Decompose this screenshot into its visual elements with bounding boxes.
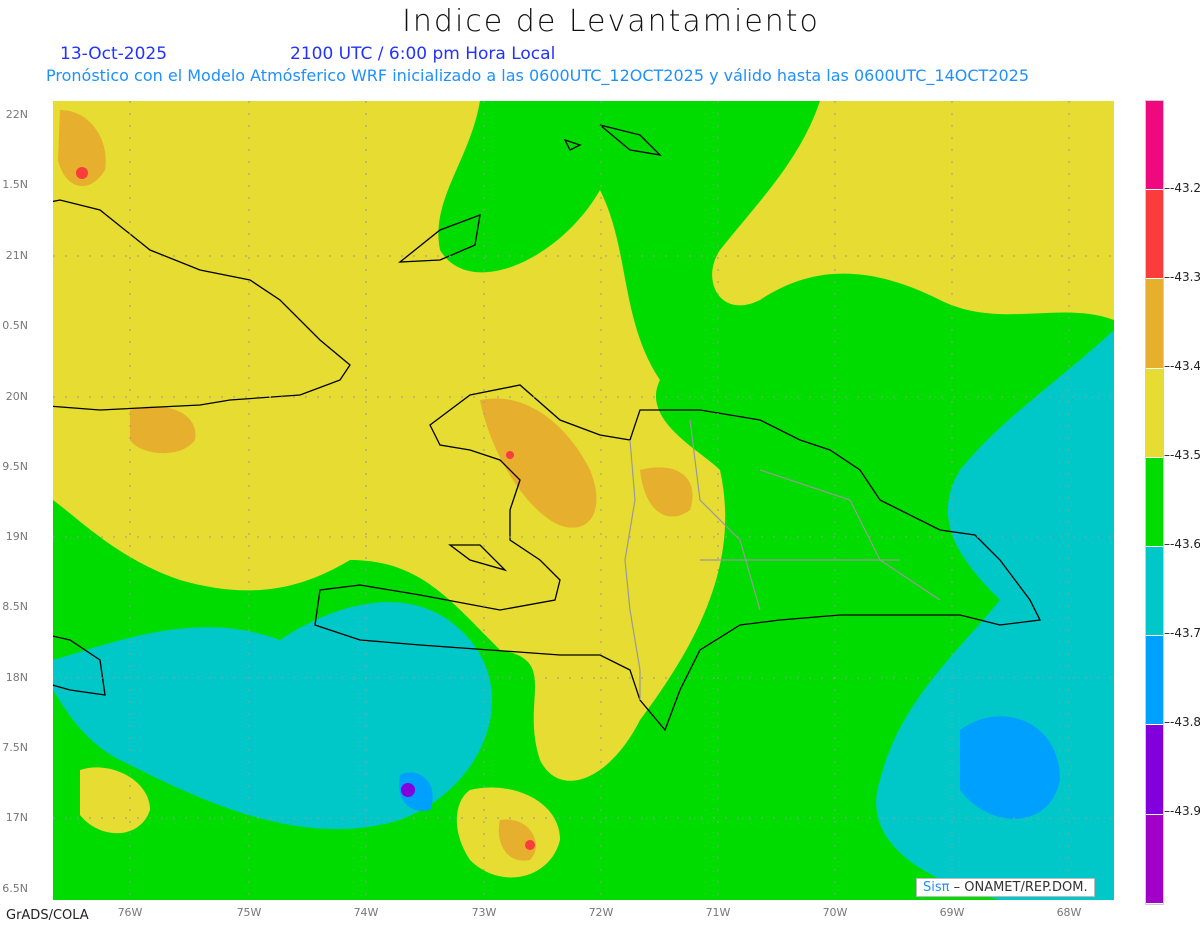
lat-label: 7.5N bbox=[2, 741, 28, 754]
colorbar-label: –-43.3 bbox=[1164, 270, 1200, 284]
credit-box: Sisπ – ONAMET/REP.DOM. bbox=[916, 878, 1095, 897]
lon-label: 72W bbox=[588, 906, 614, 919]
lat-label: 8.5N bbox=[2, 600, 28, 613]
lon-label: 69W bbox=[939, 906, 965, 919]
credit-brand: Sisπ bbox=[923, 880, 950, 895]
lat-label: 9.5N bbox=[2, 460, 28, 473]
lat-label: 20N bbox=[5, 390, 28, 403]
lifted-index-map bbox=[53, 101, 1114, 900]
colorbar-segment bbox=[1146, 279, 1163, 369]
lat-label: 0.5N bbox=[2, 319, 28, 332]
lon-label: 75W bbox=[236, 906, 262, 919]
colorbar-segment bbox=[1146, 190, 1163, 280]
colorbar-label: –-43.2 bbox=[1164, 181, 1200, 195]
lat-label: 1.5N bbox=[2, 178, 28, 191]
colorbar-label: –-43.4 bbox=[1164, 359, 1200, 373]
forecast-time: 2100 UTC / 6:00 pm Hora Local bbox=[290, 44, 556, 64]
colorbar-label: –-43.8 bbox=[1164, 715, 1200, 729]
lon-label: 71W bbox=[705, 906, 731, 919]
colorbar-label: –-43.6 bbox=[1164, 537, 1200, 551]
lon-label: 76W bbox=[117, 906, 143, 919]
lat-label: 6.5N bbox=[2, 882, 28, 895]
credit-org: – ONAMET/REP.DOM. bbox=[949, 880, 1088, 895]
colorbar-segment bbox=[1146, 368, 1163, 458]
lon-label: 68W bbox=[1056, 906, 1082, 919]
lat-label: 22N bbox=[5, 108, 28, 121]
grads-footer: GrADS/COLA bbox=[6, 908, 89, 923]
forecast-date: 13-Oct-2025 bbox=[60, 44, 168, 64]
map-title: Indice de Levantamiento bbox=[402, 4, 820, 39]
lat-label: 19N bbox=[5, 530, 28, 543]
lat-label: 21N bbox=[5, 249, 28, 262]
lat-label: 18N bbox=[5, 671, 28, 684]
model-subtitle: Pronóstico con el Modelo Atmósferico WRF… bbox=[46, 66, 1030, 85]
lat-label: 17N bbox=[5, 811, 28, 824]
colorbar bbox=[1145, 100, 1164, 905]
colorbar-segment bbox=[1146, 546, 1163, 637]
lon-label: 74W bbox=[353, 906, 379, 919]
colorbar-segment bbox=[1146, 636, 1163, 726]
colorbar-label: –-43.7 bbox=[1164, 626, 1200, 640]
colorbar-segment bbox=[1146, 725, 1163, 815]
colorbar-label: –-43.5 bbox=[1164, 448, 1200, 462]
colorbar-label: –-43.9 bbox=[1164, 804, 1200, 818]
colorbar-segment bbox=[1146, 101, 1163, 191]
colorbar-segment bbox=[1146, 814, 1163, 904]
lon-label: 73W bbox=[471, 906, 497, 919]
colorbar-segment bbox=[1146, 457, 1163, 547]
lon-label: 70W bbox=[822, 906, 848, 919]
